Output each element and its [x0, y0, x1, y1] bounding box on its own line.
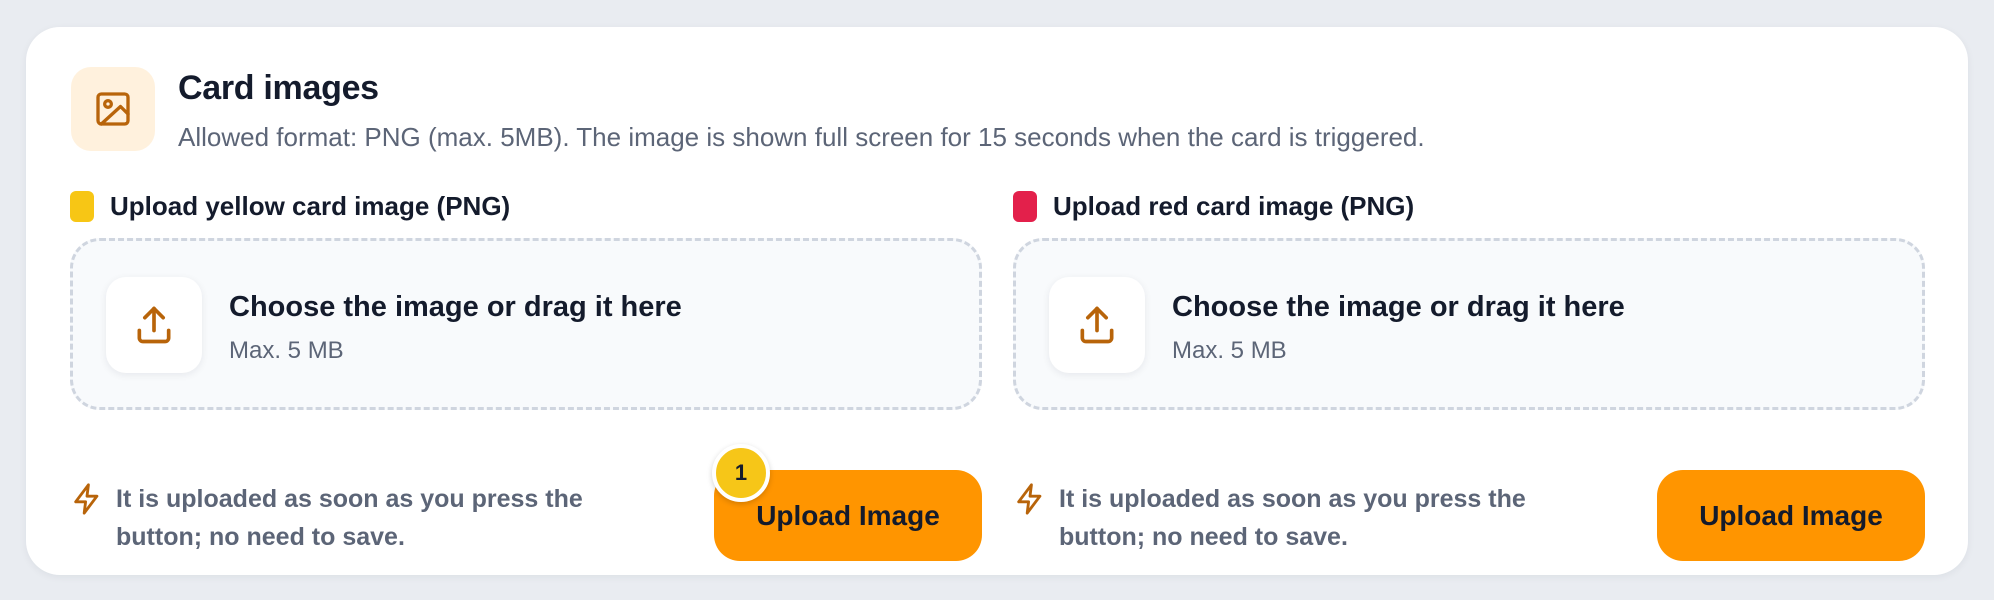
yellow-card-label: Upload yellow card image (PNG) — [70, 190, 510, 222]
upload-note-text: It is uploaded as soon as you press the … — [1059, 485, 1526, 551]
dropzone-title: Choose the image or drag it here — [229, 291, 682, 323]
red-image-dropzone[interactable]: Choose the image or drag it here Max. 5 … — [1013, 238, 1925, 410]
upload-icon — [1049, 277, 1145, 373]
upload-note-text: It is uploaded as soon as you press the … — [116, 485, 583, 551]
image-icon — [71, 67, 155, 151]
yellow-swatch — [70, 190, 94, 222]
dropzone-size-hint: Max. 5 MB — [229, 337, 344, 364]
step-badge: 1 — [712, 444, 770, 502]
upload-icon — [106, 277, 202, 373]
section-subtitle: Allowed format: PNG (max. 5MB). The imag… — [178, 122, 1425, 152]
yellow-image-dropzone[interactable]: Choose the image or drag it here Max. 5 … — [70, 238, 982, 410]
dropzone-title: Choose the image or drag it here — [1172, 291, 1625, 323]
lightning-icon — [74, 483, 99, 515]
red-card-column: Upload red card image (PNG) Choose the i… — [1013, 190, 1925, 561]
red-card-label-text: Upload red card image (PNG) — [1053, 190, 1415, 221]
card-images-panel: Card images Allowed format: PNG (max. 5M… — [26, 27, 1968, 575]
upload-note: It is uploaded as soon as you press the … — [1013, 480, 1573, 556]
upload-note: It is uploaded as soon as you press the … — [70, 480, 630, 556]
section-title: Card images — [178, 69, 379, 107]
red-card-label: Upload red card image (PNG) — [1013, 190, 1414, 222]
upload-red-image-button[interactable]: Upload Image — [1657, 470, 1925, 561]
dropzone-size-hint: Max. 5 MB — [1172, 337, 1287, 364]
red-swatch — [1013, 190, 1037, 222]
yellow-card-label-text: Upload yellow card image (PNG) — [110, 190, 511, 221]
yellow-card-column: Upload yellow card image (PNG) Choose th… — [70, 190, 982, 561]
lightning-icon — [1017, 483, 1042, 515]
